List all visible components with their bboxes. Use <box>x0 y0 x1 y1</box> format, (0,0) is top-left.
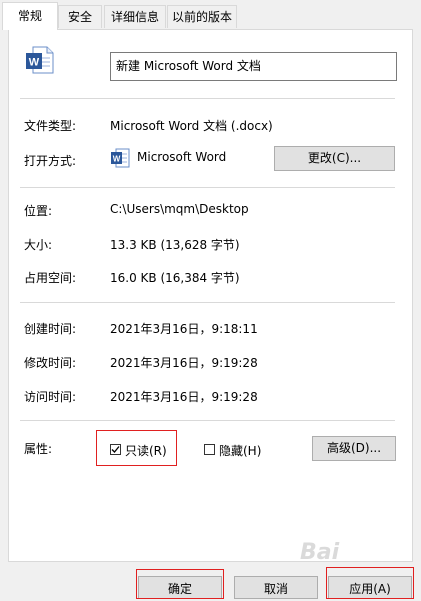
separator <box>20 187 395 188</box>
general-panel <box>8 29 413 562</box>
word-document-icon: W <box>26 46 54 74</box>
highlight-box-apply <box>326 567 414 599</box>
size-on-disk-label: 占用空间: <box>24 271 77 285</box>
location-value: C:\Users\mqm\Desktop <box>110 202 249 216</box>
change-button[interactable]: 更改(C)... <box>274 146 395 171</box>
tab-strip: 常规 安全 详细信息 以前的版本 <box>0 0 421 32</box>
advanced-button[interactable]: 高级(D)... <box>312 436 396 461</box>
open-with-value: Microsoft Word <box>137 150 227 164</box>
file-type-value: Microsoft Word 文档 (.docx) <box>110 119 273 133</box>
cancel-button[interactable]: 取消 <box>234 576 318 599</box>
modified-label: 修改时间: <box>24 356 77 370</box>
tab-previous-versions[interactable]: 以前的版本 <box>167 5 237 28</box>
word-app-icon: W <box>111 148 130 168</box>
tab-general[interactable]: 常规 <box>2 2 58 30</box>
open-with-label: 打开方式: <box>24 154 77 168</box>
highlight-box-ok <box>136 569 224 599</box>
modified-value: 2021年3月16日，9:19:28 <box>110 356 258 370</box>
file-name-input[interactable]: 新建 Microsoft Word 文档 <box>110 52 397 81</box>
attributes-label: 属性: <box>24 442 53 456</box>
watermark-text: Bai <box>300 540 340 565</box>
location-label: 位置: <box>24 204 53 218</box>
separator <box>20 302 395 303</box>
readonly-checkbox[interactable] <box>110 444 121 455</box>
svg-text:W: W <box>29 57 40 69</box>
created-label: 创建时间: <box>24 322 77 336</box>
created-value: 2021年3月16日，9:18:11 <box>110 322 258 336</box>
separator <box>20 98 395 99</box>
size-label: 大小: <box>24 238 53 252</box>
hidden-checkbox[interactable] <box>204 444 215 455</box>
hidden-label[interactable]: 隐藏(H) <box>219 442 261 459</box>
svg-text:W: W <box>113 155 121 164</box>
separator <box>20 420 395 421</box>
readonly-label[interactable]: 只读(R) <box>125 442 167 459</box>
tab-details[interactable]: 详细信息 <box>104 5 166 28</box>
accessed-label: 访问时间: <box>24 390 77 404</box>
accessed-value: 2021年3月16日，9:19:28 <box>110 390 258 404</box>
size-value: 13.3 KB (13,628 字节) <box>110 238 240 252</box>
checkmark-icon <box>111 446 120 453</box>
size-on-disk-value: 16.0 KB (16,384 字节) <box>110 271 240 285</box>
file-type-label: 文件类型: <box>24 119 77 133</box>
tab-security[interactable]: 安全 <box>58 5 102 28</box>
